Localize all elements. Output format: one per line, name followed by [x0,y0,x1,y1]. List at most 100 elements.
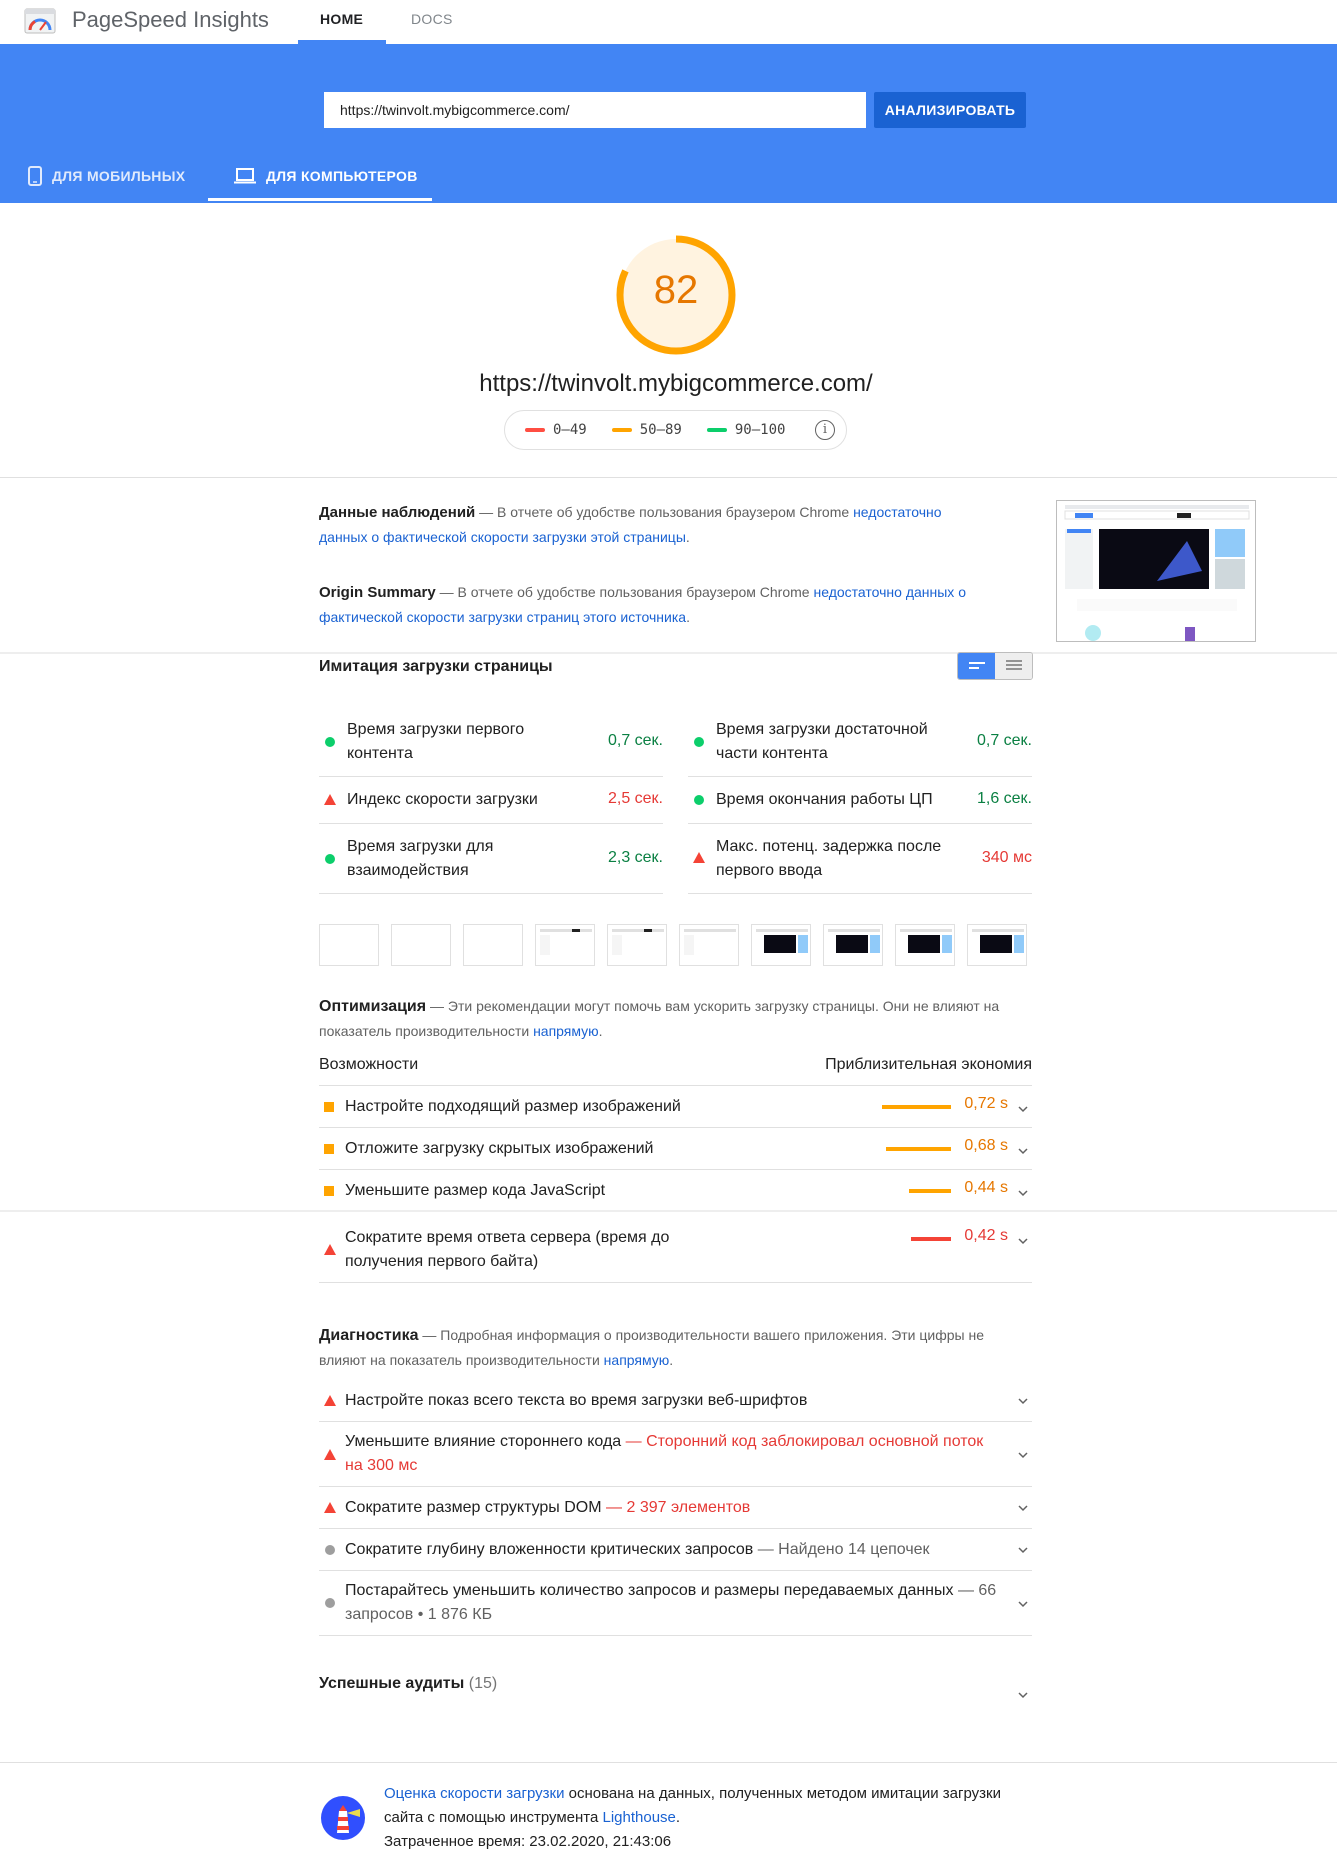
chevron-down-icon[interactable] [1016,1102,1030,1116]
diagnostic-item[interactable]: Постарайтесь уменьшить количество запрос… [319,1571,1032,1636]
smartphone-icon [28,165,42,186]
opportunity-name: Сократите время ответа сервера (время до… [345,1229,670,1270]
status-bad-icon [324,1395,336,1406]
metric-name: Индекс скорости загрузки [347,791,538,808]
status-good-icon [694,795,704,805]
score-legend: 0–49 50–89 90–100 i [504,410,847,450]
chevron-down-icon[interactable] [1016,1234,1030,1248]
metric-value: 1,6 сек. [976,790,1032,807]
opportunity-item[interactable]: Отложите загрузку скрытых изображений 0,… [319,1128,1032,1170]
legend-good-swatch [706,428,727,432]
opportunity-item[interactable]: Настройте подходящий размер изображений … [319,1086,1032,1128]
legend-avg: 50–89 [611,422,682,438]
optimization-end: . [598,1023,603,1039]
expanded-view-icon[interactable] [995,653,1032,679]
info-icon[interactable]: i [815,420,835,440]
legend-avg-swatch [611,428,632,432]
diagnostic-item[interactable]: Настройте показ всего текста во время за… [319,1380,1032,1422]
chevron-down-icon[interactable] [1016,1394,1030,1408]
field-data-section: Данные наблюдений — В отчете об удобстве… [319,500,979,549]
filmstrip-frame [607,924,667,966]
search-header: АНАЛИЗИРОВАТЬ ДЛЯ МОБИЛЬНЫХ ДЛЯ КОМПЬЮТЕ… [0,44,1337,203]
opportunity-name: Настройте подходящий размер изображений [345,1098,681,1115]
diagnostic-detail: — 2 397 элементов [601,1499,751,1516]
origin-summary-end: . [686,609,690,625]
status-info-icon [325,1545,335,1555]
origin-summary-section: Origin Summary — В отчете об удобстве по… [319,580,979,629]
diagnostic-name: Сократите размер структуры DOM — 2 397 э… [345,1496,995,1520]
divider [0,1762,1337,1763]
opportunity-item[interactable]: Уменьшите размер кода JavaScript 0,44 s [319,1170,1032,1212]
status-bad-icon [693,852,705,863]
chevron-down-icon[interactable] [1016,1597,1030,1611]
origin-summary-text: — В отчете об удобстве пользования брауз… [435,584,814,600]
chevron-down-icon[interactable] [1016,1501,1030,1515]
analyze-button[interactable]: АНАЛИЗИРОВАТЬ [874,92,1026,128]
metrics-view-toggle[interactable] [957,652,1033,680]
footer-note: Оценка скорости загрузки основана на дан… [384,1782,1024,1854]
nav-home[interactable]: HOME [320,11,363,27]
diagnostic-item[interactable]: Уменьшите влияние стороннего кода — Стор… [319,1422,1032,1487]
metric-name: Время загрузки достаточной части контент… [716,721,928,762]
passed-audits-toggle[interactable]: Успешные аудиты (15) [319,1675,497,1693]
legend-bad-swatch [525,428,545,432]
divider [0,477,1337,478]
compact-view-icon[interactable] [958,653,995,679]
tab-mobile[interactable]: ДЛЯ МОБИЛЬНЫХ [28,148,185,203]
diagnostic-name: Уменьшите влияние стороннего кода — Стор… [345,1430,1005,1478]
tab-desktop[interactable]: ДЛЯ КОМПЬЮТЕРОВ [234,148,418,203]
opportunities-header: Возможности Приблизительная экономия [319,1056,1032,1074]
filmstrip-frame [967,924,1027,966]
diagnostic-item[interactable]: Сократите глубину вложенности критически… [319,1529,1032,1571]
diagnostic-item[interactable]: Сократите размер структуры DOM — 2 397 э… [319,1487,1032,1529]
filmstrip-frame [751,924,811,966]
url-input[interactable] [324,92,866,128]
tab-active-indicator [208,198,432,201]
chevron-down-icon[interactable] [1016,1688,1030,1702]
savings-bar [909,1189,951,1193]
filmstrip-frame [391,924,451,966]
nav-docs[interactable]: DOCS [411,11,453,27]
pagespeed-logo-icon[interactable] [24,6,56,36]
filmstrip-frame [895,924,955,966]
opportunity-item[interactable]: Сократите время ответа сервера (время до… [319,1218,1032,1283]
chevron-down-icon[interactable] [1016,1448,1030,1462]
savings-bar [882,1105,951,1109]
chevron-down-icon[interactable] [1016,1543,1030,1557]
metric-value: 340 мс [981,849,1032,866]
diagnostics-link[interactable]: напрямую [604,1352,670,1368]
footer-text-end: . [675,1809,681,1826]
savings-value: 0,68 s [964,1137,1008,1154]
score-calculation-link[interactable]: Оценка скорости загрузки [384,1785,564,1802]
chevron-down-icon[interactable] [1016,1186,1030,1200]
status-bad-icon [324,1502,336,1513]
status-good-icon [694,737,704,747]
passed-audits-count: (15) [468,1675,498,1692]
screenshot-preview [1057,501,1255,641]
app-title[interactable]: PageSpeed Insights [72,7,269,33]
optimization-link[interactable]: напрямую [533,1023,599,1039]
status-bad-icon [324,794,336,805]
chevron-down-icon[interactable] [1016,1144,1030,1158]
diagnostic-name: Сократите глубину вложенности критически… [345,1538,995,1562]
savings-bar [911,1237,951,1241]
metric-value: 2,5 сек. [607,790,663,807]
diagnostic-title: Сократите глубину вложенности критически… [345,1541,754,1558]
lab-data-title: Имитация загрузки страницы [319,658,553,675]
diagnostics-end: . [669,1352,674,1368]
status-avg-icon [324,1102,334,1112]
laptop-icon [234,167,256,183]
lighthouse-link[interactable]: Lighthouse [602,1809,675,1826]
optimization-section-head: Оптимизация — Эти рекомендации могут пом… [319,994,1035,1043]
section-separator [0,1210,1337,1212]
diagnostic-name: Постарайтесь уменьшить количество запрос… [345,1579,1005,1627]
metric-value: 0,7 сек. [976,732,1032,749]
legend-bad: 0–49 [525,422,587,438]
status-good-icon [325,737,335,747]
filmstrip-frame [823,924,883,966]
opportunity-name: Отложите загрузку скрытых изображений [345,1140,654,1157]
legend-good: 90–100 [706,422,785,438]
metric-name: Время загрузки для взаимодействия [347,838,494,879]
status-avg-icon [324,1186,334,1196]
tab-desktop-label: ДЛЯ КОМПЬЮТЕРОВ [266,167,418,184]
